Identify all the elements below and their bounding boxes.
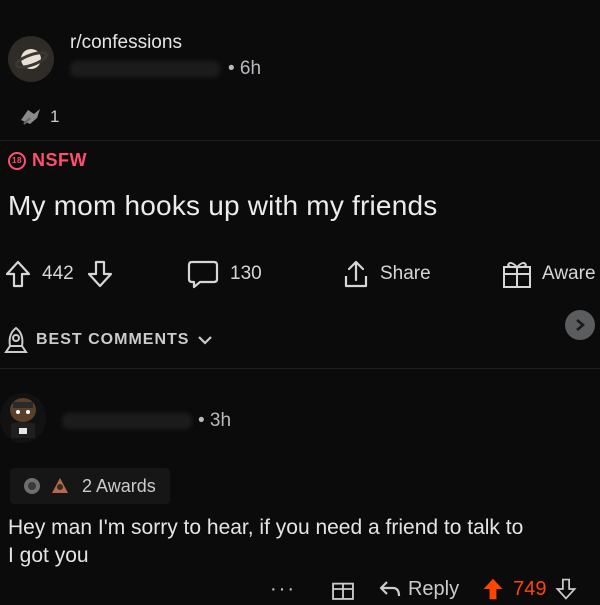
scroll-next-button[interactable] bbox=[565, 310, 595, 340]
chevron-right-icon bbox=[573, 318, 587, 332]
award-count: 1 bbox=[50, 107, 60, 126]
award-icon bbox=[48, 475, 72, 497]
post-title: My mom hooks up with my friends bbox=[8, 190, 438, 221]
award-icon bbox=[18, 106, 42, 128]
share-label: Share bbox=[380, 263, 431, 284]
upvote-count: 442 bbox=[42, 263, 74, 284]
post-meta: • 6h bbox=[70, 58, 261, 80]
redacted-username bbox=[62, 413, 192, 429]
award-icon bbox=[20, 475, 44, 497]
downvote-icon[interactable] bbox=[554, 576, 577, 602]
post-action-bar: 442 130 Share Aware bbox=[4, 256, 600, 292]
post-time: • 6h bbox=[228, 58, 262, 79]
reply-button[interactable]: Reply bbox=[378, 578, 459, 601]
nsfw-icon: 18 bbox=[8, 151, 26, 170]
comment-icon bbox=[186, 258, 220, 290]
nsfw-label: NSFW bbox=[32, 150, 87, 170]
rocket-icon bbox=[4, 326, 28, 354]
more-options-button[interactable]: ··· bbox=[270, 578, 296, 601]
downvote-icon[interactable] bbox=[86, 259, 114, 289]
comment-action-bar: ··· Reply 749 bbox=[270, 574, 577, 604]
share-icon bbox=[342, 258, 370, 290]
comment-awards[interactable]: 2 Awards bbox=[10, 468, 170, 504]
comment-count: 130 bbox=[230, 263, 262, 284]
comment-avatar[interactable] bbox=[0, 393, 46, 443]
reply-icon bbox=[378, 579, 402, 599]
chevron-down-icon bbox=[197, 334, 213, 346]
planet-icon bbox=[14, 42, 48, 76]
divider bbox=[0, 140, 600, 141]
upvote-icon[interactable] bbox=[481, 576, 505, 602]
redacted-username bbox=[70, 61, 220, 77]
comment-body: Hey man I'm sorry to hear, if you need a… bbox=[8, 516, 524, 567]
award-button[interactable]: Aware bbox=[500, 256, 596, 292]
upvote-icon[interactable] bbox=[4, 259, 32, 289]
comment-awards-label: 2 Awards bbox=[82, 475, 156, 496]
comments-button[interactable]: 130 bbox=[186, 256, 262, 292]
sort-comments-button[interactable]: BEST COMMENTS bbox=[4, 326, 213, 354]
vote-group: 442 bbox=[4, 256, 114, 292]
post-awards[interactable]: 1 bbox=[18, 106, 59, 128]
share-button[interactable]: Share bbox=[342, 256, 431, 292]
award-label: Aware bbox=[542, 263, 596, 284]
sort-label: BEST COMMENTS bbox=[36, 331, 190, 348]
comment-score: 749 bbox=[513, 577, 547, 600]
reply-label: Reply bbox=[407, 577, 460, 600]
subreddit-name[interactable]: r/confessions bbox=[70, 32, 182, 54]
comment-meta: • 3h bbox=[62, 410, 231, 432]
comment-time: • 3h bbox=[198, 410, 232, 431]
gift-icon[interactable] bbox=[330, 576, 356, 602]
subreddit-avatar[interactable] bbox=[8, 36, 54, 82]
nsfw-tag: 18 NSFW bbox=[8, 150, 87, 171]
divider bbox=[0, 368, 600, 369]
gift-icon bbox=[500, 258, 534, 290]
